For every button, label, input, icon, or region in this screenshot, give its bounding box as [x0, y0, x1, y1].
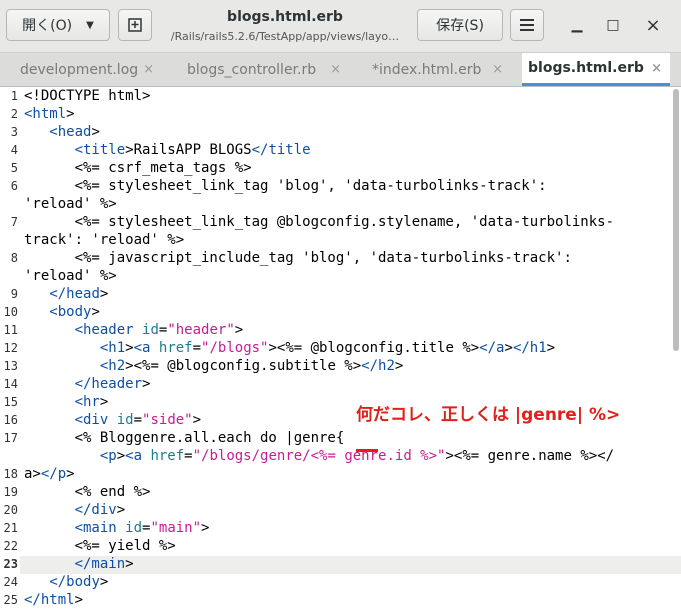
maximize-button[interactable]: □ [603, 15, 623, 35]
code-line[interactable]: <%= csrf_meta_tags %> [24, 160, 252, 176]
line-number: 11 [3, 323, 18, 337]
line-number: 12 [3, 341, 18, 355]
tab-close-icon[interactable]: × [651, 61, 662, 76]
menu-button[interactable] [510, 9, 544, 41]
save-button[interactable]: 保存(S) [417, 9, 503, 41]
line-number: 4 [10, 143, 18, 157]
line-number: 3 [10, 125, 18, 139]
chevron-down-icon: ▼ [86, 19, 94, 31]
tab-label: blogs.html.erb [528, 60, 644, 76]
window-title: blogs.html.erb [227, 9, 343, 25]
tab-close-icon[interactable]: × [492, 62, 503, 77]
tab-development-log[interactable]: development.log × [14, 53, 162, 86]
code-line[interactable]: <%= stylesheet_link_tag @blogconfig.styl… [24, 214, 614, 230]
line-number: 9 [10, 287, 18, 301]
scrollbar[interactable] [673, 89, 679, 351]
line-number: 24 [3, 575, 18, 589]
code-line[interactable]: <h2><%= @blogconfig.subtitle %></h2> [24, 358, 403, 374]
code-line[interactable]: <% end %> [24, 484, 151, 500]
hamburger-icon [520, 19, 534, 31]
close-button[interactable]: × [643, 14, 663, 36]
code-line[interactable]: <hr> [24, 394, 109, 410]
code-line[interactable]: 'reload' %> [24, 268, 117, 284]
line-number: 18 [3, 467, 18, 481]
line-number: 10 [3, 305, 18, 319]
code-line[interactable]: <header id="header"> [24, 322, 244, 338]
code-line[interactable]: </header> [24, 376, 151, 392]
line-number: 1 [10, 89, 18, 103]
line-number: 16 [3, 413, 18, 427]
line-number: 7 [10, 215, 18, 229]
code-line[interactable]: <p><a href="/blogs/genre/<%= genre.id %>… [24, 448, 614, 464]
annotation-note: 何だコレ、正しくは |genre| %> [356, 405, 621, 425]
error-underline [356, 449, 378, 452]
line-number: 14 [3, 377, 18, 391]
code-line[interactable]: </main> [24, 556, 134, 572]
code-line[interactable]: <head> [24, 124, 100, 140]
tab-label: development.log [20, 61, 139, 78]
code-line[interactable]: a></p> [24, 466, 75, 482]
new-document-icon [128, 18, 142, 32]
line-number: 17 [3, 431, 18, 445]
code-line[interactable]: <%= yield %> [24, 538, 176, 554]
file-path: /Rails/rails5.2.6/TestApp/app/views/layo… [170, 30, 400, 43]
code-line[interactable]: <h1><a href="/blogs"><%= @blogconfig.tit… [24, 340, 555, 356]
line-number: 25 [3, 593, 18, 607]
maximize-icon: □ [606, 17, 620, 33]
code-line[interactable]: <main id="main"> [24, 520, 210, 536]
line-number: 20 [3, 503, 18, 517]
line-number: 15 [3, 395, 18, 409]
code-line[interactable]: <% Bloggenre.all.each do |genre{ [24, 430, 345, 446]
open-button-label: 開く(O) [22, 18, 73, 34]
code-line[interactable]: </body> [24, 574, 108, 590]
line-number: 19 [3, 485, 18, 499]
new-document-button[interactable] [118, 9, 152, 41]
tab-index-html[interactable]: *index.html.erb × [366, 53, 511, 86]
code-line[interactable]: </html> [24, 592, 83, 608]
line-number: 5 [10, 161, 18, 175]
tab-label: blogs_controller.rb [187, 61, 317, 78]
code-line[interactable]: <html> [24, 106, 75, 122]
tab-bar: development.log × blogs_controller.rb × … [0, 53, 681, 87]
code-line[interactable]: </div> [24, 502, 126, 518]
line-number: 21 [3, 521, 18, 535]
tab-label: *index.html.erb [372, 61, 482, 78]
line-number: 6 [10, 179, 18, 193]
line-number: 22 [3, 539, 18, 553]
code-line[interactable]: <%= stylesheet_link_tag 'blog', 'data-tu… [24, 178, 547, 194]
close-icon: × [645, 14, 661, 36]
code-line[interactable]: <div id="side"> [24, 412, 201, 428]
tab-blogs-controller[interactable]: blogs_controller.rb × [181, 53, 349, 86]
save-button-label: 保存(S) [436, 18, 484, 34]
minimize-icon: ▁ [571, 17, 583, 33]
line-number: 8 [10, 251, 18, 265]
code-line[interactable]: </head> [24, 286, 108, 302]
code-line[interactable]: <title>RailsAPP BLOGS</title [24, 142, 311, 158]
tab-close-icon[interactable]: × [143, 62, 154, 77]
code-line[interactable]: <%= javascript_include_tag 'blog', 'data… [24, 250, 572, 266]
line-number: 13 [3, 359, 18, 373]
tab-close-icon[interactable]: × [330, 62, 341, 77]
code-editor[interactable]: <!DOCTYPE html> <html> <head> <title>Rail… [0, 87, 681, 615]
line-number: 23 [3, 557, 18, 571]
code-line[interactable]: track': 'reload' %> [24, 232, 184, 248]
code-line[interactable]: 'reload' %> [24, 196, 117, 212]
code-line[interactable]: <body> [24, 304, 100, 320]
line-number: 2 [10, 107, 18, 121]
open-button[interactable]: 開く(O) ▼ [6, 9, 110, 41]
tab-blogs-html[interactable]: blogs.html.erb × [522, 53, 670, 86]
header-bar: 開く(O) ▼ blogs.html.erb /Rails/rails5.2.6… [0, 0, 681, 53]
code-line[interactable]: <!DOCTYPE html> [24, 88, 150, 104]
minimize-button[interactable]: ▁ [567, 15, 587, 35]
